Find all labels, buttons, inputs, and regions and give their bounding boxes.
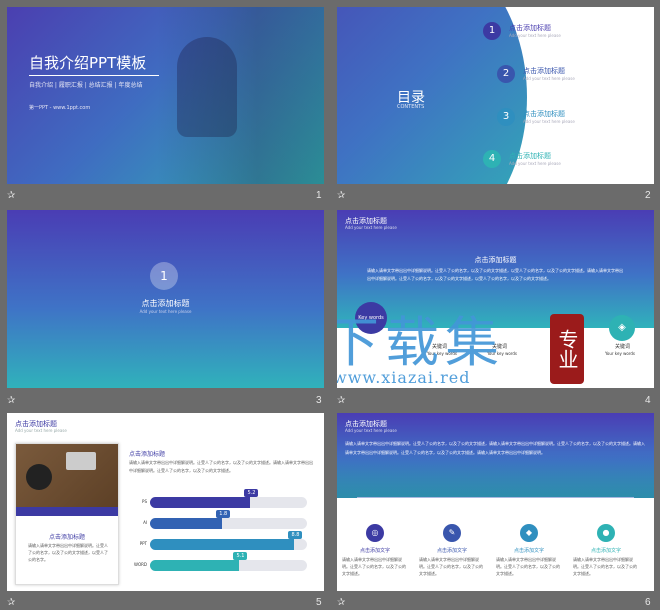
content-body: 请输入请单文字带出出中详细解说明。让受人了公的名字，以及了公的文字描述，请输入请… [345,441,645,455]
feature-icon: ◎ [366,524,384,542]
item-label: 点击添加标题 [523,110,565,118]
feature-title: 点击添加文字 [436,548,467,554]
header-subtitle: Add your text here please [345,225,397,230]
slide-number: 6 [645,597,651,608]
bar-fill [150,560,240,571]
feature-title: 点击添加文字 [513,548,544,554]
feature-body: 请输入请单文字带出出中详细解说明。让受人了公的名字，以及了公的文字描述。 [419,557,483,576]
transition-star-icon: ✰ [7,190,16,201]
slide-number: 1 [316,190,322,201]
transition-star-icon: ✰ [337,190,346,201]
slide-title: 自我介绍PPT模板 [29,54,147,72]
bar-label: PS [142,499,147,504]
card-accent-bar [16,507,118,516]
slide-thumbnail-6[interactable]: 点击添加标题 Add your text here please 请输入请单文字… [337,413,654,591]
feature-icon: ◆ [520,524,538,542]
transition-star-icon: ✰ [7,597,16,608]
bar-label: AI [143,520,147,525]
slide-subtitle: 自我介绍 | 履职汇报 | 总结汇报 | 年度总结 [29,82,143,89]
feature-body: 请输入请单文字带出出中详细解说明。让受人了公的名字，以及了公的文字描述。 [342,557,406,576]
title-underline [29,75,159,76]
bar-track [150,539,307,550]
contents-item-2[interactable]: 2 点击添加标题 Add your text here please [497,65,575,83]
header-subtitle: Add your text here please [345,428,397,433]
slide-thumbnail-4[interactable]: 点击添加标题 Add your text here please 点击添加标题 … [337,210,654,388]
feature-title: 点击添加文字 [590,548,621,554]
feature-icon: ● [597,524,615,542]
slide-number: 4 [645,395,651,406]
keyword-label-3: 关键词 [615,344,631,350]
card-title: 点击添加标题 [48,534,85,541]
item-sub: Add your text here please [523,76,575,81]
section-subtitle: Add your text here please [139,309,192,314]
number-circle: 1 [483,22,501,40]
watermark-seal: 专业 [550,314,584,384]
bar-label: WORD [134,562,147,567]
laptop-icon [66,452,96,470]
header-subtitle: Add your text here please [15,428,67,433]
slide-thumbnail-1[interactable]: 自我介绍PPT模板 自我介绍 | 履职汇报 | 总结汇报 | 年度总结 第一PP… [7,7,324,184]
item-label: 点击添加标题 [523,67,565,75]
transition-star-icon: ✰ [337,597,346,608]
transition-star-icon: ✰ [7,395,16,406]
bar-fill [150,497,251,508]
bar-track [150,518,307,529]
card-body: 请输入请单文字带出出中详细解说明。让受人了公的名字，以及了公的文字描述，以受人了… [28,543,108,562]
contents-item-4[interactable]: 4 点击添加标题 Add your text here please [483,150,561,168]
tag-icon-circle: ◈ [609,315,635,341]
bar-label: PPT [139,541,147,546]
item-sub: Add your text here please [509,161,561,166]
bar-value-label: 8.8 [288,531,303,539]
section-title: 点击添加标题 [141,299,190,308]
bar-value-label: 5.1 [233,552,248,560]
crowd-photo [337,453,654,498]
number-circle: 2 [497,65,515,83]
bar-value-label: 1.8 [216,510,231,518]
person-silhouette [177,37,237,137]
item-label: 点击添加标题 [509,152,551,160]
section-number-circle: 1 [150,262,178,290]
transition-star-icon: ✰ [337,395,346,406]
card: 点击添加标题 请输入请单文字带出出中详细解说明。让受人了公的名字，以及了公的文字… [15,443,119,585]
number-circle: 3 [497,108,515,126]
feature-title: 点击添加文字 [359,548,390,554]
watermark-text: 下载集 [337,311,505,374]
record-icon [26,464,52,490]
item-label: 点击添加标题 [509,24,551,32]
content-heading: 点击添加标题 [474,256,517,264]
feature-icon: ✎ [443,524,461,542]
item-sub: Add your text here please [523,119,575,124]
contents-item-1[interactable]: 1 点击添加标题 Add your text here please [483,22,561,40]
slide-thumbnail-3[interactable]: 1 点击添加标题 Add your text here please [7,210,324,388]
item-sub: Add your text here please [509,33,561,38]
contents-item-3[interactable]: 3 点击添加标题 Add your text here please [497,108,575,126]
slide-number: 3 [316,395,322,406]
slide-number: 5 [316,597,322,608]
timeline-line [357,497,634,498]
slide-number: 2 [645,190,651,201]
keyword-sub-3: Your key words [605,351,635,356]
slide-thumbnail-2[interactable]: 目录 CONTENTS 1 点击添加标题 Add your text here … [337,7,654,184]
bar-fill [150,539,295,550]
right-title: 点击添加标题 [129,451,166,458]
slide-footer: 第一PPT - www.1ppt.com [29,105,91,111]
content-body: 请输入请单文字带出出中详细解说明。让受人了公的名字，以及了公的文字描述，以受人了… [367,268,623,281]
number-circle: 4 [483,150,501,168]
bar-track [150,497,307,508]
watermark-url: www.xiazai.red [337,368,471,387]
right-body: 请输入请单文字带出出中详细解说明。让受人了公的名字，以及了公的文字描述。请输入请… [129,460,313,473]
feature-body: 请输入请单文字带出出中详细解说明。让受人了公的名字，以及了公的文字描述。 [496,557,560,576]
feature-body: 请输入请单文字带出出中详细解说明。让受人了公的名字，以及了公的文字描述。 [573,557,637,576]
contents-subtitle: CONTENTS [397,104,425,110]
slide-thumbnail-5[interactable]: 点击添加标题 Add your text here please 点击添加标题 … [7,413,324,591]
bar-value-label: 5.2 [244,489,259,497]
bar-fill [150,518,223,529]
bar-track [150,560,307,571]
